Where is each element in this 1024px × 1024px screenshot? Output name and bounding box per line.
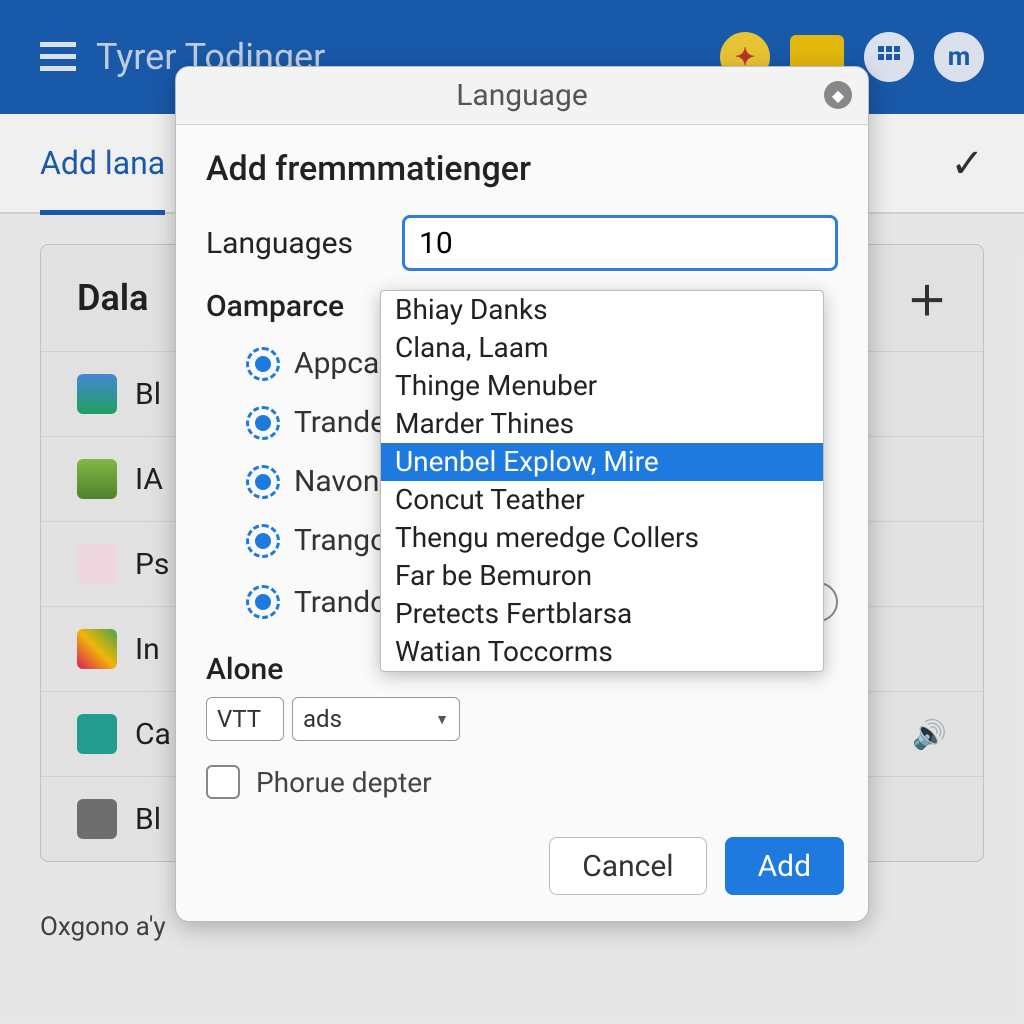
radio-label: Appcal (294, 346, 387, 381)
alone-select-value: ads (303, 705, 342, 733)
radio-icon (246, 465, 280, 499)
radio-icon (246, 524, 280, 558)
radio-label: Trande (294, 405, 386, 440)
alone-field-1[interactable]: VTT (206, 697, 284, 741)
dropdown-option[interactable]: Thengu meredge Collers (381, 519, 823, 557)
languages-dropdown[interactable]: Bhiay DanksClana, LaamThinge MenuberMard… (380, 290, 824, 672)
alone-row: VTT ads ▼ (206, 697, 838, 741)
alone-select[interactable]: ads ▼ (292, 697, 460, 741)
languages-label: Languages (206, 226, 378, 261)
dropdown-option[interactable]: Pretects Fertblarsa (381, 595, 823, 633)
dialog-titlebar: Language ◆ (176, 67, 868, 125)
dropdown-option[interactable]: Bhiay Danks (381, 291, 823, 329)
close-icon[interactable]: ◆ (824, 81, 852, 109)
dropdown-option[interactable]: Unenbel Explow, Mire (381, 443, 823, 481)
dialog-heading: Add fremmmatienger (206, 149, 838, 189)
dropdown-option[interactable]: Marder Thines (381, 405, 823, 443)
languages-input[interactable] (402, 215, 838, 271)
languages-field-row: Languages (206, 215, 838, 271)
cancel-button[interactable]: Cancel (549, 837, 706, 895)
radio-icon (246, 406, 280, 440)
checkbox-label: Phorue depter (256, 766, 432, 799)
dialog-footer: Cancel Add (176, 819, 868, 921)
dropdown-option[interactable]: Watian Toccorms (381, 633, 823, 671)
dropdown-option[interactable]: Far be Bemuron (381, 557, 823, 595)
radio-icon (246, 347, 280, 381)
chevron-down-icon: ▼ (435, 711, 449, 728)
radio-label: Navoni (294, 464, 387, 499)
radio-label: Trango (294, 523, 387, 558)
dialog-title: Language (456, 78, 588, 113)
add-button[interactable]: Add (725, 837, 844, 895)
dropdown-option[interactable]: Clana, Laam (381, 329, 823, 367)
radio-icon (246, 585, 280, 619)
dropdown-option[interactable]: Thinge Menuber (381, 367, 823, 405)
checkbox-row[interactable]: Phorue depter (206, 765, 838, 799)
dropdown-option[interactable]: Concut Teather (381, 481, 823, 519)
checkbox-icon[interactable] (206, 765, 240, 799)
